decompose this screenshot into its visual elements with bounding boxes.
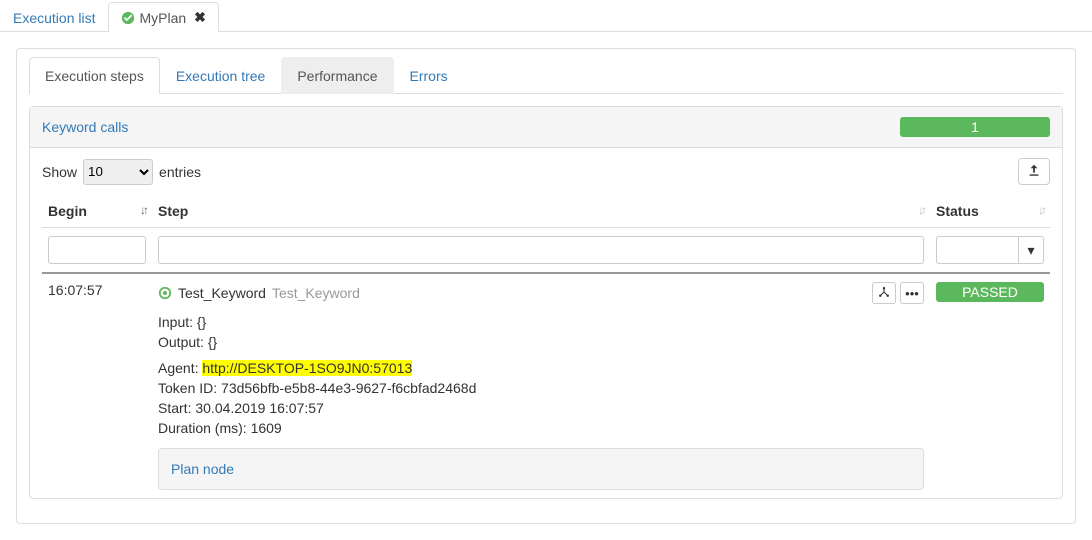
keyword-calls-title[interactable]: Keyword calls	[42, 119, 128, 135]
filter-step-input[interactable]	[158, 236, 924, 264]
datatable-controls: Show 10 entries	[30, 148, 1062, 195]
top-tabs: Execution list MyPlan ✖	[0, 0, 1092, 32]
tab-myplan[interactable]: MyPlan ✖	[108, 2, 218, 32]
export-button[interactable]	[1018, 158, 1050, 185]
check-circle-icon	[121, 11, 135, 25]
filter-status-dropdown[interactable]: ▾	[1018, 236, 1044, 264]
col-status-header[interactable]: Status ↓↑	[930, 195, 1050, 228]
inner-tabs: Execution steps Execution tree Performan…	[29, 49, 1063, 94]
step-details: Input: {} Output: {} Agent: http://DESKT…	[158, 312, 924, 490]
output-label: Output:	[158, 334, 204, 350]
show-label: Show	[42, 164, 77, 180]
step-alias: Test_Keyword	[272, 285, 360, 301]
tab-myplan-label: MyPlan	[139, 10, 186, 26]
filter-begin-input[interactable]	[48, 236, 146, 264]
token-label: Token ID:	[158, 380, 217, 396]
col-step-label: Step	[158, 203, 188, 219]
keyword-calls-header: Keyword calls 1	[30, 107, 1062, 148]
filter-status-input[interactable]	[936, 236, 1018, 264]
dots-icon: •••	[905, 286, 919, 301]
agent-label: Agent:	[158, 360, 198, 376]
token-value: 73d56bfb-e5b8-44e3-9627-f6cbfad2468d	[221, 380, 476, 396]
input-value: {}	[197, 314, 206, 330]
tab-execution-list[interactable]: Execution list	[0, 3, 108, 32]
keyword-status-icon	[158, 286, 172, 300]
start-label: Start:	[158, 400, 191, 416]
keyword-calls-table: Begin ↓↑ Step ↓↑ Status ↓↑	[42, 195, 1050, 498]
table-row: 16:07:57 Test_Keyword Test_Keyword	[42, 273, 1050, 498]
page-length-select[interactable]: 10	[83, 159, 153, 185]
sort-icon: ↓↑	[918, 203, 924, 217]
step-name: Test_Keyword	[178, 285, 266, 301]
sort-desc-icon: ↓↑	[140, 203, 146, 217]
more-actions-button[interactable]: •••	[900, 282, 924, 304]
chevron-down-icon: ▾	[1027, 242, 1034, 259]
duration-label: Duration (ms):	[158, 420, 247, 436]
tab-execution-steps[interactable]: Execution steps	[29, 57, 160, 94]
execution-panel: Execution steps Execution tree Performan…	[16, 48, 1076, 524]
cell-begin: 16:07:57	[42, 273, 152, 498]
sort-icon: ↓↑	[1038, 203, 1044, 217]
entries-label: entries	[159, 164, 201, 180]
output-value: {}	[208, 334, 217, 350]
tab-performance[interactable]: Performance	[281, 57, 393, 94]
col-begin-label: Begin	[48, 203, 87, 219]
cell-status: PASSED	[930, 273, 1050, 498]
plan-node-panel[interactable]: Plan node	[158, 448, 924, 490]
close-icon[interactable]: ✖	[194, 9, 206, 26]
status-badge: PASSED	[936, 282, 1044, 302]
tab-execution-tree[interactable]: Execution tree	[160, 57, 282, 94]
tab-errors[interactable]: Errors	[394, 57, 464, 94]
duration-value: 1609	[251, 420, 282, 436]
col-begin-header[interactable]: Begin ↓↑	[42, 195, 152, 228]
col-status-label: Status	[936, 203, 979, 219]
cell-step: Test_Keyword Test_Keyword •••	[152, 273, 930, 498]
col-step-header[interactable]: Step ↓↑	[152, 195, 930, 228]
tree-icon	[878, 286, 890, 301]
keyword-calls-section: Keyword calls 1 Show 10 entries	[29, 106, 1063, 499]
input-label: Input:	[158, 314, 193, 330]
agent-value: http://DESKTOP-1SO9JN0:57013	[202, 360, 412, 376]
tree-view-button[interactable]	[872, 282, 896, 304]
keyword-calls-count: 1	[900, 117, 1050, 137]
start-value: 30.04.2019 16:07:57	[195, 400, 323, 416]
export-icon	[1027, 165, 1041, 180]
